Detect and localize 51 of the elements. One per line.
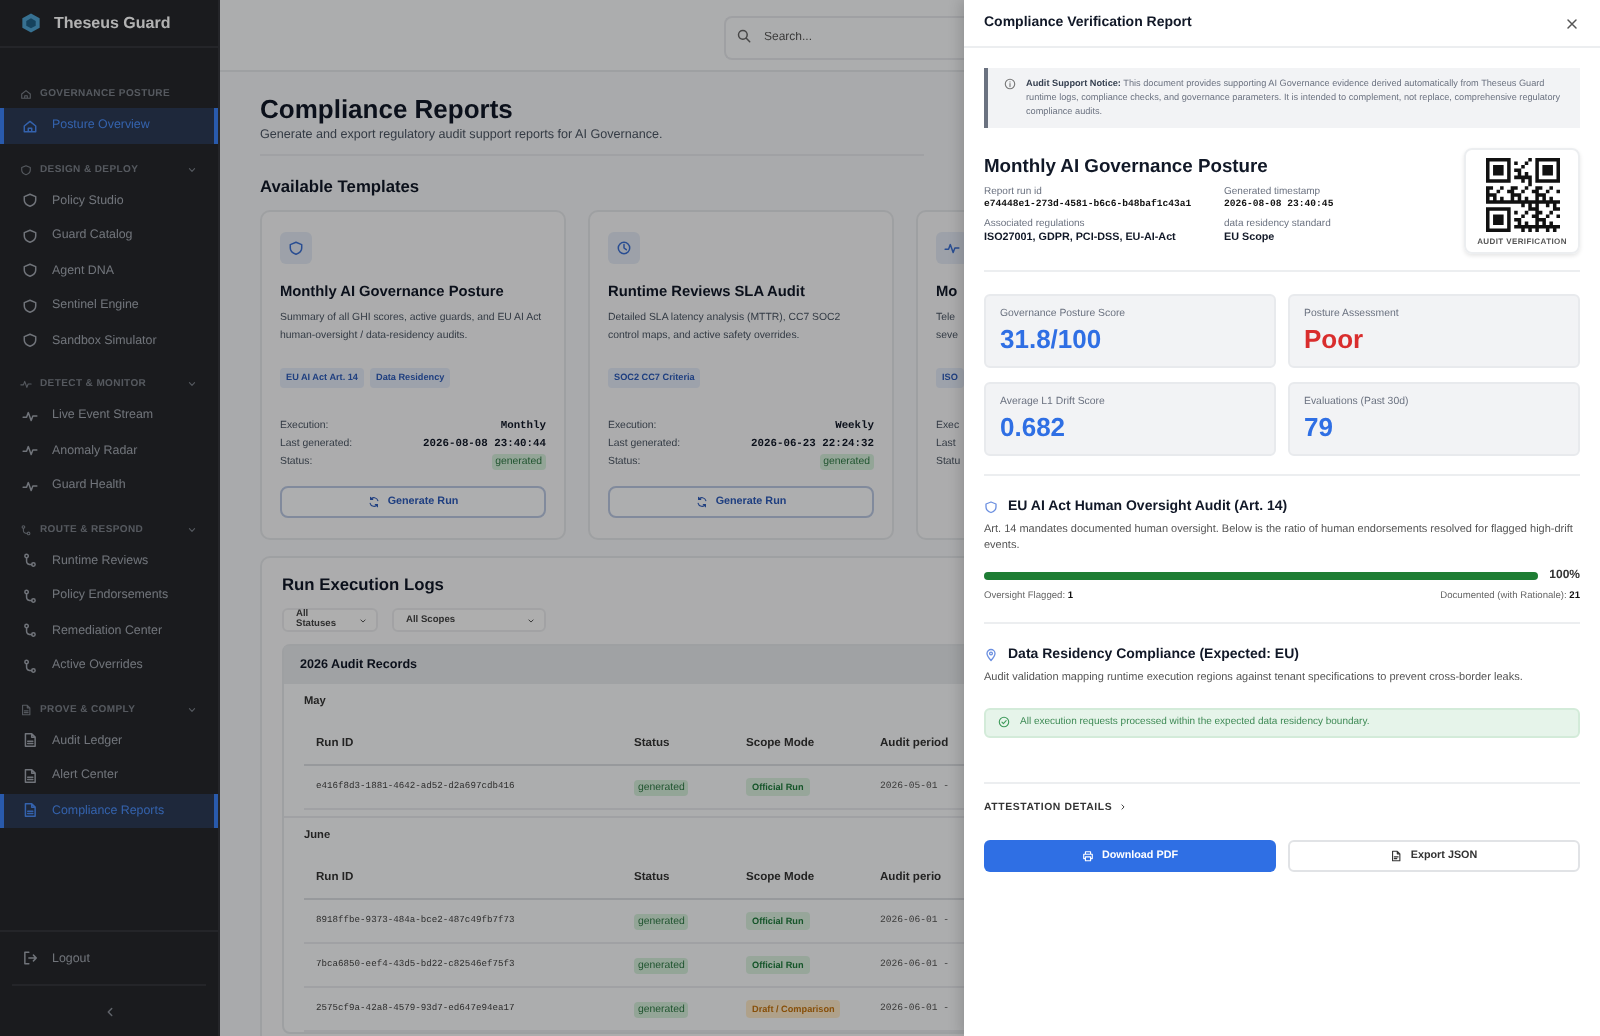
route-icon [22,552,38,569]
chevron-down-icon[interactable] [186,703,198,715]
chevron-right-icon [1118,802,1129,812]
printer-icon [1081,849,1094,861]
shield-icon [22,262,38,279]
close-icon [1564,15,1580,31]
qr-code-drawing [1485,158,1559,232]
document-icon [22,802,38,819]
route-icon [20,523,32,535]
shield-icon [22,297,38,314]
document-icon [22,767,38,784]
shield-icon [984,500,998,514]
report-title: Monthly AI Governance Posture [984,154,1270,176]
route-icon [22,587,38,604]
chevron-down-icon [526,615,536,625]
info-icon [1004,78,1016,90]
close-button[interactable] [1564,15,1580,31]
shield-icon [22,227,38,244]
home-icon [20,88,32,100]
pulse-icon [22,477,38,494]
shield-icon [20,163,32,175]
refresh-icon [367,496,380,508]
refresh-icon [695,496,708,508]
chevron-down-icon [358,615,368,625]
stat-value: 31.8/100 [1000,324,1104,354]
chevron-down-icon[interactable] [186,163,198,175]
stat-value: 79 [1304,412,1335,442]
pulse-icon [944,240,960,256]
pulse-icon [20,378,32,390]
route-icon [22,657,38,674]
shield-icon [288,240,304,256]
logout-icon [22,950,38,966]
location-pin-icon [984,648,998,662]
home-icon [22,117,38,134]
document-icon [1390,849,1403,861]
stat-value: Poor [1304,324,1366,354]
section-heading: Run Execution Logs [282,574,446,594]
pulse-icon [22,442,38,459]
shield-icon [22,332,38,349]
stat-value: 0.682 [1000,412,1068,442]
clock-icon [616,240,632,256]
logo-icon [20,12,42,34]
chevron-down-icon[interactable] [186,523,198,535]
section-heading: Available Templates [260,176,422,196]
document-icon [22,732,38,749]
brand-name: Theseus Guard [54,14,171,32]
chevron-down-icon[interactable] [186,378,198,390]
document-icon [20,703,32,715]
check-circle-icon [998,716,1010,728]
page-title: Compliance Reports [260,94,515,124]
route-icon [22,622,38,639]
